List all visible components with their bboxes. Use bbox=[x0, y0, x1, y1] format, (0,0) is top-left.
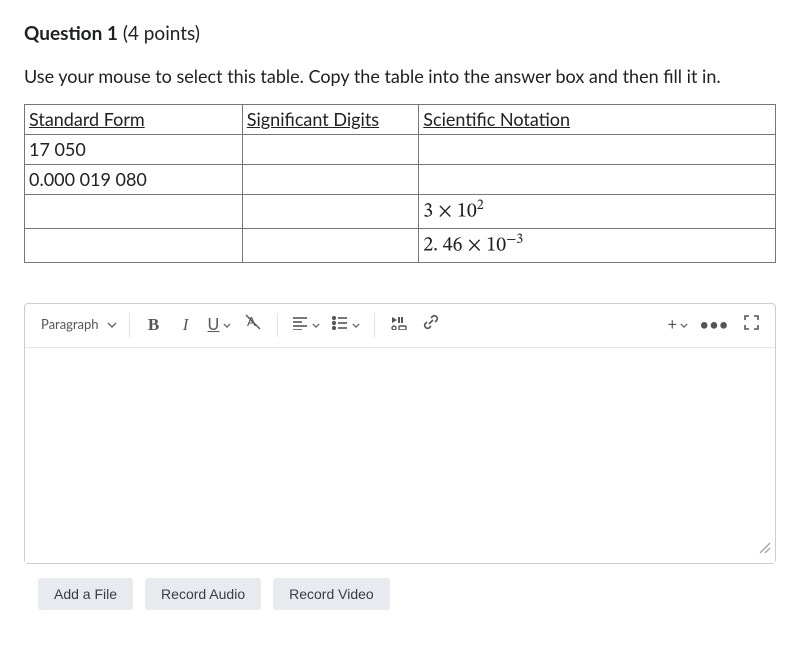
insert-link-button[interactable] bbox=[415, 307, 447, 343]
fullscreen-icon bbox=[744, 314, 759, 337]
align-button[interactable] bbox=[286, 307, 326, 343]
media-icon bbox=[391, 314, 407, 337]
chevron-down-icon bbox=[107, 322, 117, 328]
table-header-row: Standard Form Significant Digits Scienti… bbox=[25, 105, 776, 135]
question-points: (4 points) bbox=[123, 22, 200, 45]
toolbar-separator bbox=[277, 313, 278, 337]
chevron-down-icon bbox=[223, 323, 231, 328]
list-button[interactable] bbox=[326, 307, 366, 343]
cell-scinot: 2. 46 × 10−3 bbox=[419, 229, 776, 263]
link-icon bbox=[423, 314, 439, 337]
rich-text-editor: Paragraph B I U A bbox=[24, 303, 776, 564]
cell-standard bbox=[25, 195, 243, 229]
format-select-label: Paragraph bbox=[41, 315, 99, 335]
question-label: Question 1 bbox=[24, 22, 118, 45]
plus-icon: + bbox=[668, 313, 677, 337]
table-row: 17 050 bbox=[25, 135, 776, 165]
action-row: Add a File Record Audio Record Video bbox=[24, 564, 776, 610]
text-color-icon: A bbox=[244, 313, 262, 338]
italic-icon: I bbox=[183, 312, 189, 338]
table-row: 2. 46 × 10−3 bbox=[25, 229, 776, 263]
insert-media-button[interactable] bbox=[383, 307, 415, 343]
insert-button[interactable]: + bbox=[662, 307, 694, 343]
table-body: Standard Form Significant Digits Scienti… bbox=[25, 105, 776, 262]
cell-standard: 17 050 bbox=[25, 135, 243, 165]
data-table[interactable]: Standard Form Significant Digits Scienti… bbox=[24, 104, 776, 262]
cell-sigdigits bbox=[242, 195, 418, 229]
cell-standard: 0.000 019 080 bbox=[25, 165, 243, 195]
col-header-sigdigits: Significant Digits bbox=[242, 105, 418, 135]
question-instructions: Use your mouse to select this table. Cop… bbox=[24, 63, 776, 91]
cell-scinot bbox=[419, 135, 776, 165]
col-header-standard: Standard Form bbox=[25, 105, 243, 135]
editor-toolbar: Paragraph B I U A bbox=[25, 304, 775, 348]
more-icon: ••• bbox=[700, 314, 729, 337]
svg-text:A: A bbox=[247, 314, 256, 329]
bold-icon: B bbox=[148, 312, 159, 338]
italic-button[interactable]: I bbox=[170, 307, 202, 343]
align-left-icon bbox=[292, 314, 308, 337]
record-audio-button[interactable]: Record Audio bbox=[145, 578, 261, 610]
table-row: 0.000 019 080 bbox=[25, 165, 776, 195]
text-color-button[interactable]: A bbox=[237, 307, 269, 343]
cell-sigdigits bbox=[242, 135, 418, 165]
cell-standard bbox=[25, 229, 243, 263]
cell-sigdigits bbox=[242, 229, 418, 263]
bold-button[interactable]: B bbox=[138, 307, 170, 343]
chevron-down-icon bbox=[352, 323, 360, 328]
question-title: Question 1 (4 points) bbox=[24, 20, 776, 49]
format-select[interactable]: Paragraph bbox=[29, 307, 125, 343]
record-video-button[interactable]: Record Video bbox=[273, 578, 390, 610]
col-header-scinot: Scientific Notation bbox=[419, 105, 776, 135]
toolbar-separator bbox=[129, 313, 130, 337]
toolbar-separator bbox=[374, 313, 375, 337]
bullet-list-icon bbox=[332, 314, 348, 337]
editor-content-area[interactable] bbox=[25, 348, 775, 563]
table-row: 3 × 102 bbox=[25, 195, 776, 229]
chevron-down-icon bbox=[680, 323, 688, 328]
cell-scinot bbox=[419, 165, 776, 195]
fullscreen-button[interactable] bbox=[735, 307, 767, 343]
add-file-button[interactable]: Add a File bbox=[38, 578, 133, 610]
cell-scinot: 3 × 102 bbox=[419, 195, 776, 229]
underline-button[interactable]: U bbox=[202, 307, 238, 343]
more-button[interactable]: ••• bbox=[694, 307, 735, 343]
cell-sigdigits bbox=[242, 165, 418, 195]
resize-handle-icon[interactable] bbox=[757, 535, 771, 561]
underline-icon: U bbox=[208, 313, 220, 337]
chevron-down-icon bbox=[312, 323, 320, 328]
